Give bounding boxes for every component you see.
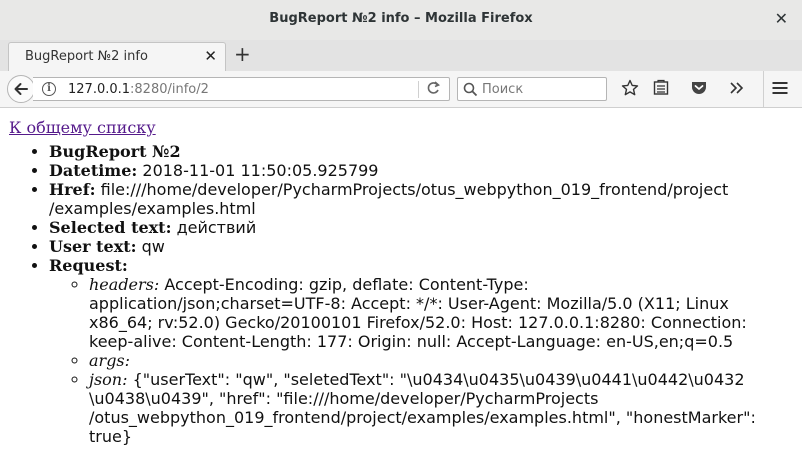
json-line-4: true}: [89, 427, 133, 446]
href-value-line-1: file:///home/developer/PycharmProjects/o…: [100, 180, 729, 199]
user-text-label: User text:: [49, 237, 137, 256]
url-host: 127.0.0.1: [68, 82, 131, 97]
datetime-value: 2018-11-01 11:50:05.925799: [142, 161, 379, 180]
headers-line-2: application/json;charset=UTF-8: Accept: …: [89, 294, 729, 313]
tab-strip: BugReport №2 info ✕ +: [0, 40, 802, 72]
navigation-toolbar: i 127.0.0.1:8280/info/2 Поиск: [0, 71, 802, 108]
list-item: Request: headers: Accept-Encoding: gzip,…: [49, 256, 769, 446]
json-line-3: /otus_webpython_019_frontend/project/exa…: [89, 408, 756, 427]
site-info-icon[interactable]: i: [42, 82, 56, 96]
reload-icon[interactable]: [426, 80, 440, 100]
datetime-label: Datetime:: [49, 161, 138, 180]
window-titlebar: BugReport №2 info – Mozilla Firefox ✕: [0, 0, 802, 41]
headers-line-3: x86_64; rv:52.0) Gecko/20100101 Firefox/…: [89, 313, 747, 332]
menu-hamburger-icon[interactable]: [771, 79, 789, 97]
user-text-value: qw: [141, 237, 165, 256]
list-item: Selected text: действий: [49, 218, 769, 237]
request-sublist: headers: Accept-Encoding: gzip, deflate:…: [49, 275, 769, 446]
list-item: args:: [89, 351, 769, 370]
search-placeholder: Поиск: [482, 82, 524, 97]
url-bar[interactable]: i 127.0.0.1:8280/info/2: [33, 77, 450, 101]
href-label: Href:: [49, 180, 96, 199]
list-item: Datetime: 2018-11-01 11:50:05.925799: [49, 161, 769, 180]
tab-bugreport-info[interactable]: BugReport №2 info ✕: [8, 42, 226, 71]
page-content: К общему списку BugReport №2 Datetime: 2…: [0, 108, 802, 476]
list-item: json: {"userText": "qw", "seletedText": …: [89, 370, 769, 446]
json-label: json:: [89, 370, 128, 389]
href-value-line-2: /examples/examples.html: [49, 199, 256, 218]
headers-line-1: Accept-Encoding: gzip, deflate: Content-…: [164, 275, 529, 294]
list-item: Href: file:///home/developer/PycharmProj…: [49, 180, 769, 218]
window-title: BugReport №2 info – Mozilla Firefox: [269, 11, 533, 26]
search-bar[interactable]: Поиск: [457, 77, 607, 101]
headers-label: headers:: [89, 275, 160, 294]
overflow-chevron-icon[interactable]: [729, 79, 745, 97]
request-label: Request:: [49, 256, 128, 275]
tab-close-icon[interactable]: ✕: [204, 47, 217, 65]
list-item: User text: qw: [49, 237, 769, 256]
url-path: :8280/info/2: [130, 82, 209, 97]
back-to-list-link[interactable]: К общему списку: [9, 118, 156, 137]
reading-list-icon[interactable]: [653, 79, 669, 97]
json-line-1: {"userText": "qw", "seletedText": "\u043…: [132, 370, 745, 389]
list-item: BugReport №2: [49, 142, 769, 161]
tab-label: BugReport №2 info: [25, 49, 148, 64]
json-line-2: \u0438\u0439", "href": "file:///home/dev…: [89, 389, 599, 408]
new-tab-icon[interactable]: +: [234, 43, 251, 65]
window-close-icon[interactable]: ✕: [775, 9, 788, 28]
bug-report-list: BugReport №2 Datetime: 2018-11-01 11:50:…: [0, 142, 769, 446]
url-separator: [418, 81, 419, 98]
headers-line-4: keep-alive: Content-Length: 177: Origin:…: [89, 332, 734, 351]
report-heading: BugReport №2: [49, 142, 181, 161]
args-label: args:: [89, 351, 131, 370]
pocket-icon[interactable]: [690, 79, 708, 97]
list-item: headers: Accept-Encoding: gzip, deflate:…: [89, 275, 769, 351]
back-button[interactable]: [7, 75, 35, 103]
bookmark-star-icon[interactable]: [621, 79, 639, 97]
toolbar-separator: [763, 71, 764, 107]
search-icon: [463, 82, 478, 97]
back-arrow-icon: [14, 83, 28, 95]
url-text[interactable]: 127.0.0.1:8280/info/2: [68, 82, 209, 97]
selected-text-label: Selected text:: [49, 218, 172, 237]
selected-text-value: действий: [176, 218, 257, 237]
